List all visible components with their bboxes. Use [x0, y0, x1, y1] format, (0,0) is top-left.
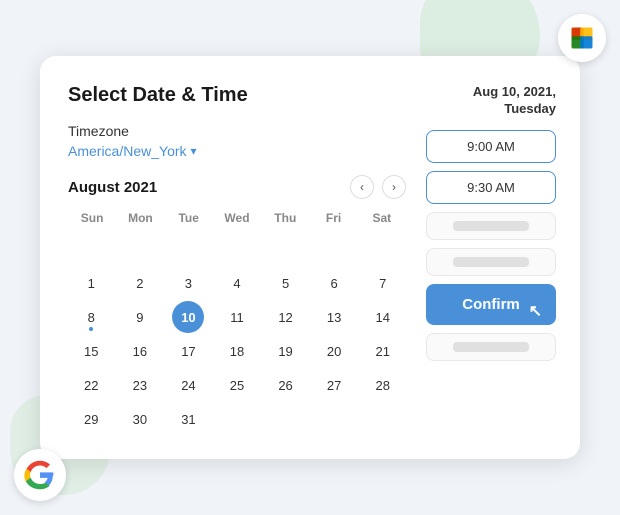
time-slot-900[interactable]: 9:00 AM	[426, 130, 556, 163]
day-cell-22[interactable]: 22	[75, 369, 107, 401]
cursor-icon: ↖	[529, 301, 542, 321]
day-cell[interactable]: 3	[172, 267, 204, 299]
google-icon[interactable]	[14, 449, 66, 501]
day-cell-empty	[124, 233, 156, 265]
day-cell[interactable]: 7	[367, 267, 399, 299]
time-slot-930[interactable]: 9:30 AM	[426, 171, 556, 204]
day-cell-15[interactable]: 15	[75, 335, 107, 367]
day-cell-empty	[75, 233, 107, 265]
day-header-thu: Thu	[261, 209, 309, 227]
day-cell-31[interactable]: 31	[172, 403, 204, 435]
day-cell-empty	[367, 403, 399, 435]
next-month-button[interactable]: ›	[382, 175, 406, 199]
calendar-month-label: August 2021	[68, 179, 157, 196]
timezone-value: America/New_York	[68, 143, 187, 159]
day-cell-28[interactable]: 28	[367, 369, 399, 401]
day-cell-23[interactable]: 23	[124, 369, 156, 401]
placeholder-bar	[453, 342, 529, 352]
time-slot-900-label: 9:00 AM	[467, 139, 515, 154]
placeholder-bar	[453, 221, 529, 231]
day-cell-empty	[270, 403, 302, 435]
time-slot-placeholder-3[interactable]	[426, 333, 556, 361]
day-cell-11[interactable]: 11	[221, 301, 253, 333]
time-slot-930-label: 9:30 AM	[467, 180, 515, 195]
day-cell[interactable]: 2	[124, 267, 156, 299]
timezone-selector[interactable]: America/New_York ▾	[68, 143, 406, 159]
confirm-button-label: Confirm	[462, 296, 520, 313]
days-grid: 1 2 3 4 5 6 7 8 9 10 11 12 13 14 15 16 1…	[68, 233, 406, 435]
confirm-button[interactable]: Confirm ↖	[426, 284, 556, 325]
calendar-nav: ‹ ›	[350, 175, 406, 199]
day-cell-24[interactable]: 24	[172, 369, 204, 401]
day-cell-9[interactable]: 9	[124, 301, 156, 333]
day-cell-30[interactable]: 30	[124, 403, 156, 435]
day-headers-row: Sun Mon Tue Wed Thu Fri Sat	[68, 209, 406, 227]
day-cell-16[interactable]: 16	[124, 335, 156, 367]
selected-date-header: Aug 10, 2021, Tuesday	[426, 84, 556, 118]
day-cell-14[interactable]: 14	[367, 301, 399, 333]
day-cell-21[interactable]: 21	[367, 335, 399, 367]
time-slot-placeholder-1[interactable]	[426, 212, 556, 240]
prev-month-button[interactable]: ‹	[350, 175, 374, 199]
calendar-grid: Sun Mon Tue Wed Thu Fri Sat 1 2 3	[68, 209, 406, 435]
day-cell[interactable]: 1	[75, 267, 107, 299]
day-cell-29[interactable]: 29	[75, 403, 107, 435]
day-cell-empty	[221, 233, 253, 265]
day-cell-26[interactable]: 26	[270, 369, 302, 401]
day-cell[interactable]: 6	[318, 267, 350, 299]
left-panel: Select Date & Time Timezone America/New_…	[68, 84, 406, 435]
calendar-header: August 2021 ‹ ›	[68, 175, 406, 199]
day-cell-12[interactable]: 12	[270, 301, 302, 333]
time-slot-placeholder-2[interactable]	[426, 248, 556, 276]
chevron-down-icon: ▾	[191, 144, 197, 158]
day-cell-20[interactable]: 20	[318, 335, 350, 367]
day-cell-10-selected[interactable]: 10	[172, 301, 204, 333]
page-title: Select Date & Time	[68, 84, 406, 107]
day-cell-13[interactable]: 13	[318, 301, 350, 333]
office-icon[interactable]	[558, 14, 606, 62]
placeholder-bar	[453, 257, 529, 267]
day-cell-17[interactable]: 17	[172, 335, 204, 367]
right-panel: Aug 10, 2021, Tuesday 9:00 AM 9:30 AM Co…	[426, 84, 556, 435]
day-cell-empty	[318, 233, 350, 265]
day-cell-empty	[318, 403, 350, 435]
main-card: Select Date & Time Timezone America/New_…	[40, 56, 580, 459]
day-header-sun: Sun	[68, 209, 116, 227]
day-header-tue: Tue	[165, 209, 213, 227]
day-cell[interactable]: 4	[221, 267, 253, 299]
day-cell-8[interactable]: 8	[75, 301, 107, 333]
day-cell[interactable]: 5	[270, 267, 302, 299]
day-cell-empty	[367, 233, 399, 265]
day-cell-empty	[172, 233, 204, 265]
day-cell-19[interactable]: 19	[270, 335, 302, 367]
day-cell-empty	[221, 403, 253, 435]
day-header-mon: Mon	[116, 209, 164, 227]
day-cell-18[interactable]: 18	[221, 335, 253, 367]
day-cell-27[interactable]: 27	[318, 369, 350, 401]
day-header-wed: Wed	[213, 209, 261, 227]
day-cell-empty	[270, 233, 302, 265]
day-header-fri: Fri	[309, 209, 357, 227]
day-cell-25[interactable]: 25	[221, 369, 253, 401]
timezone-label: Timezone	[68, 123, 406, 139]
day-header-sat: Sat	[358, 209, 406, 227]
